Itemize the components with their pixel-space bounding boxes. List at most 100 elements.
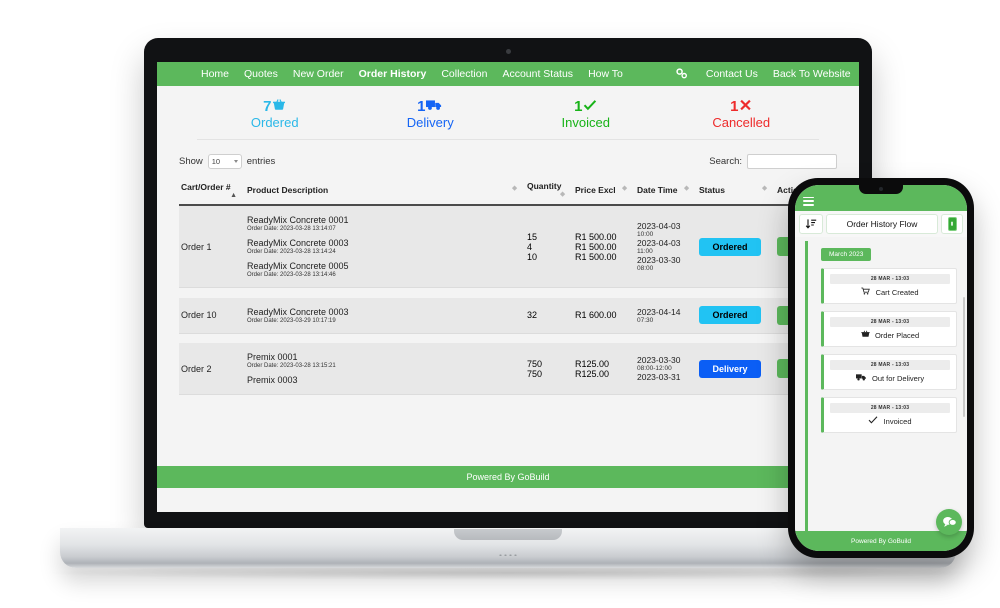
row-separator — [179, 287, 837, 298]
laptop-screen: Home Quotes New Order Order History Coll… — [157, 62, 859, 512]
table-row[interactable]: Order 2 Premix 0001 Order Date: 2023-03-… — [179, 343, 837, 396]
quantity-value: 10 — [527, 251, 538, 262]
timeline-card[interactable]: 28 MAR - 13:03 Order Placed — [821, 311, 957, 347]
col-status[interactable]: Status ⬥ — [697, 177, 775, 207]
cell-quantities: 15 4 10 — [525, 205, 573, 289]
mobile-phone-icon[interactable]: ▮ — [941, 214, 963, 234]
laptop-lid: Home Quotes New Order Order History Coll… — [144, 38, 872, 528]
nav-item-order-history[interactable]: Order History — [359, 68, 427, 80]
cross-icon — [739, 98, 752, 115]
search-input[interactable] — [747, 153, 837, 169]
timeline-card[interactable]: 28 MAR - 13:03 Out for Delivery — [821, 354, 957, 390]
product-name: Premix 0003 — [247, 375, 298, 386]
nav-item-how-to[interactable]: How To — [588, 68, 623, 80]
stat-delivery-label: Delivery — [406, 115, 454, 131]
product-entry: ReadyMix Concrete 0001 Order Date: 2023-… — [247, 212, 523, 235]
col-date-time-label: Date Time — [637, 185, 678, 196]
col-date-time[interactable]: Date Time ⬥ — [635, 177, 697, 207]
chat-bubble-icon[interactable] — [936, 509, 962, 535]
cell-products: Premix 0001 Order Date: 2023-03-28 13:15… — [245, 343, 525, 396]
product-order-date: Order Date: 2023-03-28 13:14:46 — [247, 272, 336, 279]
cell-products: ReadyMix Concrete 0003 Order Date: 2023-… — [245, 297, 525, 334]
stat-ordered[interactable]: 7 Ordered — [197, 98, 353, 131]
quantity-value: 4 — [527, 241, 533, 252]
datetime-value: 2023-04-14 07:30 — [637, 307, 695, 324]
nav-item-home[interactable]: Home — [201, 68, 229, 80]
timeline-event: Cart Created — [830, 287, 950, 297]
nav-item-contact-us[interactable]: Contact Us — [706, 68, 758, 80]
product-order-date: Order Date: 2023-03-28 13:14:07 — [247, 226, 336, 233]
table-row[interactable]: Order 10 ReadyMix Concrete 0003 Order Da… — [179, 297, 837, 334]
timeline-rail — [805, 241, 808, 539]
stat-delivery[interactable]: 1 Delivery — [353, 98, 509, 131]
col-cart-order[interactable]: Cart/Order # ▲ — [179, 177, 245, 207]
timeline-event-label: Cart Created — [875, 288, 919, 297]
page-body: 7 Ordered 1 Delivery 1 Invoiced 1 Cancel… — [157, 86, 859, 488]
col-status-label: Status — [699, 185, 725, 196]
cell-prices: R1 600.00 — [573, 297, 635, 334]
status-badge[interactable]: Delivery — [699, 359, 761, 378]
timeline-month-label: March 2023 — [821, 248, 872, 261]
main-navbar: Home Quotes New Order Order History Coll… — [157, 62, 859, 86]
mini-phone-glyph: ▮ — [947, 217, 957, 231]
price-value: R1 500.00 — [575, 231, 617, 242]
datetime-date: 2023-04-03 — [637, 221, 681, 232]
sort-descending-icon[interactable] — [799, 214, 823, 234]
datetime-time: 11:00 — [637, 248, 653, 256]
cell-order-number: Order 10 — [179, 297, 245, 334]
cell-status: Ordered — [697, 297, 775, 334]
table-row[interactable]: Order 1 ReadyMix Concrete 0001 Order Dat… — [179, 205, 837, 289]
datetime-date: 2023-03-30 — [637, 355, 681, 366]
nav-item-quotes[interactable]: Quotes — [244, 68, 278, 80]
stat-cancelled[interactable]: 1 Cancelled — [664, 98, 820, 131]
cell-order-number: Order 2 — [179, 343, 245, 396]
timeline-timestamp: 28 MAR - 13:03 — [830, 317, 950, 327]
datetime-date: 2023-03-31 — [637, 372, 681, 383]
product-entry: ReadyMix Concrete 0003 Order Date: 2023-… — [247, 235, 523, 258]
stat-ordered-label: Ordered — [250, 115, 299, 131]
col-product-description[interactable]: Product Description ⬥ — [245, 177, 525, 207]
timeline-timestamp: 28 MAR - 13:03 — [830, 274, 950, 284]
entries-label: entries — [246, 155, 276, 167]
quantity-value: 15 — [527, 231, 538, 242]
nav-item-account-status[interactable]: Account Status — [502, 68, 573, 80]
col-price-excl[interactable]: Price Excl ⬥ — [573, 177, 635, 207]
datetime-date: 2023-04-14 — [637, 306, 681, 317]
gear-icon[interactable] — [675, 68, 689, 80]
product-order-date: Order Date: 2023-03-29 10:17:19 — [247, 317, 336, 324]
status-badge[interactable]: Ordered — [699, 237, 761, 256]
stat-cancelled-top: 1 — [664, 98, 820, 115]
show-label: Show — [179, 155, 203, 167]
stat-cancelled-label: Cancelled — [712, 115, 771, 131]
datetime-time: 08:00 — [637, 265, 654, 273]
entries-per-page-select[interactable]: 10 — [207, 153, 242, 169]
timeline-card[interactable]: 28 MAR - 13:03 Invoiced — [821, 397, 957, 433]
datetime-value: 2023-04-03 11:00 — [637, 238, 695, 255]
nav-item-collection[interactable]: Collection — [441, 68, 487, 80]
datetime-value: 2023-03-31 — [637, 372, 695, 382]
nav-item-new-order[interactable]: New Order — [293, 68, 344, 80]
status-badge[interactable]: Ordered — [699, 306, 761, 325]
timeline-timestamp: 28 MAR - 13:03 — [830, 360, 950, 370]
cell-datetimes: 2023-04-03 10:00 2023-04-03 11:00 2023-0… — [635, 205, 697, 289]
desktop-footer: Powered By GoBuild — [157, 466, 859, 488]
product-order-date: Order Date: 2023-03-28 13:15:21 — [247, 363, 336, 370]
timeline-card[interactable]: 28 MAR - 13:03 Cart Created — [821, 268, 957, 304]
mobile-scrollbar[interactable] — [963, 297, 965, 417]
laptop-shadow — [50, 566, 966, 580]
datetime-date: 2023-03-30 — [637, 255, 681, 266]
hamburger-icon[interactable] — [803, 196, 814, 208]
price-value: R1 600.00 — [575, 310, 617, 321]
product-entry: Premix 0001 Order Date: 2023-03-28 13:15… — [247, 349, 523, 372]
stat-invoiced[interactable]: 1 Invoiced — [508, 98, 664, 131]
col-quantity[interactable]: Quantity ⬥ — [525, 177, 573, 207]
table-toolbar: Show 10 entries Search: — [179, 150, 837, 172]
nav-item-back-to-website[interactable]: Back To Website — [773, 68, 851, 80]
product-name: ReadyMix Concrete 0003 — [247, 306, 349, 317]
cell-quantities: 750 750 — [525, 343, 573, 396]
product-entry: ReadyMix Concrete 0003 Order Date: 2023-… — [247, 304, 523, 327]
sort-icon: ⬥ — [684, 185, 689, 193]
datetime-value: 2023-03-30 08:00-12:00 — [637, 355, 695, 372]
datetime-value: 2023-03-30 08:00 — [637, 255, 695, 272]
status-summary: 7 Ordered 1 Delivery 1 Invoiced 1 Cancel… — [197, 86, 820, 141]
